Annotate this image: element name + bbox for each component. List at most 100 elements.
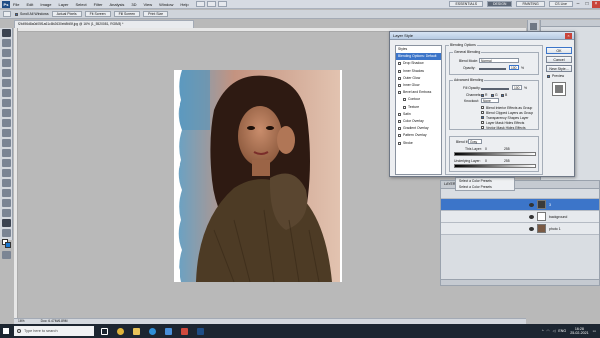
lasso-tool-icon[interactable]	[2, 49, 11, 57]
clone-stamp-tool-icon[interactable]	[2, 109, 11, 117]
volume-icon[interactable]: ◁	[553, 329, 556, 333]
document-tab[interactable]: f2b496d8a0d05f1a61c8b2630eb8fd5f.jpg @ 1…	[14, 20, 194, 28]
style-checkbox[interactable]	[403, 105, 406, 109]
path-selection-tool-icon[interactable]	[2, 189, 11, 197]
menu-file[interactable]: File	[13, 2, 19, 7]
mini-bridge-icon[interactable]	[206, 1, 216, 7]
pen-tool-icon[interactable]	[2, 169, 11, 177]
close-icon[interactable]: ×	[592, 0, 600, 8]
ok-button[interactable]: OK	[546, 47, 572, 54]
blend-mode-select[interactable]: Normal	[479, 58, 519, 63]
menu-analysis[interactable]: Analysis	[110, 2, 125, 7]
language-indicator[interactable]: ENG	[558, 329, 566, 333]
menu-3d[interactable]: 3D	[131, 2, 136, 7]
edge-icon[interactable]	[146, 326, 158, 336]
zoom-level-dropdown[interactable]	[217, 1, 227, 7]
style-item-inner-glow[interactable]: Inner Glow	[396, 82, 441, 89]
blur-tool-icon[interactable]	[2, 149, 11, 157]
fill-screen-button[interactable]: Fill Screen	[113, 11, 141, 17]
crop-tool-icon[interactable]	[2, 69, 11, 77]
style-item-contour[interactable]: Contour	[396, 96, 441, 103]
gradient-tool-icon[interactable]	[2, 139, 11, 147]
color-swatches[interactable]	[2, 239, 11, 249]
taskbar-clock[interactable]: 16:28 25-02-2021	[570, 327, 588, 336]
style-checkbox[interactable]	[403, 98, 406, 102]
style-item-stroke[interactable]: Stroke	[396, 139, 441, 146]
layer-row[interactable]: 3	[441, 199, 599, 211]
background-color-swatch[interactable]	[5, 242, 11, 248]
preview-checkbox[interactable]	[547, 75, 550, 78]
maximize-icon[interactable]: □	[583, 1, 591, 8]
opacity-input[interactable]: 100	[509, 65, 519, 70]
blend-interior-checkbox[interactable]	[481, 106, 484, 109]
channel-r-checkbox[interactable]	[481, 93, 484, 97]
cancel-button[interactable]: Cancel	[546, 56, 572, 63]
workspace-painting[interactable]: PAINTING	[516, 1, 545, 7]
shape-tool-icon[interactable]	[2, 199, 11, 207]
style-checkbox[interactable]	[398, 69, 401, 73]
fill-opacity-input[interactable]: 100	[512, 85, 522, 90]
network-icon[interactable]: ◠	[547, 329, 550, 333]
actual-pixels-button[interactable]: Actual Pixels	[51, 11, 82, 17]
underlying-layer-gradient-slider[interactable]	[454, 164, 536, 168]
cs-live-button[interactable]: CS Live	[548, 1, 573, 7]
layer-row[interactable]: background	[441, 211, 599, 223]
minimize-icon[interactable]: –	[574, 1, 582, 8]
tray-chevron-icon[interactable]: ^	[542, 329, 544, 333]
style-item-outer-glow[interactable]: Outer Glow	[396, 75, 441, 82]
menu-view[interactable]: View	[144, 2, 153, 7]
dodge-tool-icon[interactable]	[2, 159, 11, 167]
style-checkbox[interactable]	[398, 127, 401, 131]
3d-rotate-tool-icon[interactable]	[2, 209, 11, 217]
channel-b-checkbox[interactable]	[501, 93, 504, 97]
dialog-close-icon[interactable]: ×	[565, 33, 572, 39]
quick-mask-icon[interactable]	[2, 251, 11, 259]
panel-tabs[interactable]	[541, 20, 600, 27]
style-item-pattern-overlay[interactable]: Pattern Overlay	[396, 132, 441, 139]
menu-image[interactable]: Image	[40, 2, 51, 7]
new-style-button[interactable]: New Style...	[546, 65, 572, 72]
layer-mask-hides-checkbox[interactable]	[481, 121, 484, 124]
style-checkbox[interactable]	[398, 91, 401, 95]
bridge-icon[interactable]	[195, 1, 205, 7]
menu-window[interactable]: Window	[159, 2, 173, 7]
style-item-blending-options-default[interactable]: Blending Options: Default	[396, 53, 441, 61]
style-checkbox[interactable]	[398, 134, 401, 138]
store-icon[interactable]	[162, 326, 174, 336]
menu-layer[interactable]: Layer	[58, 2, 68, 7]
style-checkbox[interactable]	[398, 62, 401, 66]
visibility-eye-icon[interactable]	[529, 226, 534, 231]
hand-tool-icon[interactable]	[3, 11, 11, 17]
this-layer-gradient-slider[interactable]	[454, 152, 536, 156]
color-panel-icon[interactable]	[530, 23, 537, 30]
style-checkbox[interactable]	[398, 76, 401, 80]
visibility-eye-icon[interactable]	[529, 202, 534, 207]
style-item-texture[interactable]: Texture	[396, 104, 441, 111]
transparency-shapes-checkbox[interactable]	[481, 116, 484, 119]
opacity-slider[interactable]	[479, 68, 506, 70]
style-item-drop-shadow[interactable]: Drop Shadow	[396, 60, 441, 67]
preset-menu-item[interactable]: Select a Color Presets	[459, 185, 511, 191]
fill-opacity-slider[interactable]	[481, 88, 509, 90]
zoom-tool-icon[interactable]	[2, 229, 11, 237]
style-item-gradient-overlay[interactable]: Gradient Overlay	[396, 125, 441, 132]
menu-filter[interactable]: Filter	[94, 2, 103, 7]
document-photo[interactable]	[174, 70, 342, 282]
eraser-tool-icon[interactable]	[2, 129, 11, 137]
style-checkbox[interactable]	[398, 112, 401, 116]
menu-help[interactable]: Help	[180, 2, 188, 7]
workspace-essentials[interactable]: ESSENTIALS	[449, 1, 484, 7]
fit-screen-button[interactable]: Fit Screen	[84, 11, 111, 17]
style-item-styles[interactable]: Styles	[396, 46, 441, 53]
marquee-tool-icon[interactable]	[2, 39, 11, 47]
scroll-all-checkbox[interactable]	[15, 12, 18, 16]
task-view-icon[interactable]	[98, 326, 110, 336]
style-checkbox[interactable]	[398, 141, 401, 145]
brush-tool-icon[interactable]	[2, 99, 11, 107]
dialog-title-bar[interactable]: Layer Style ×	[390, 32, 574, 40]
style-checkbox[interactable]	[398, 119, 401, 123]
visibility-eye-icon[interactable]	[529, 214, 534, 219]
photoshop-taskbar-icon[interactable]	[194, 326, 206, 336]
channel-g-checkbox[interactable]	[491, 93, 494, 97]
blend-clipped-checkbox[interactable]	[481, 111, 484, 114]
